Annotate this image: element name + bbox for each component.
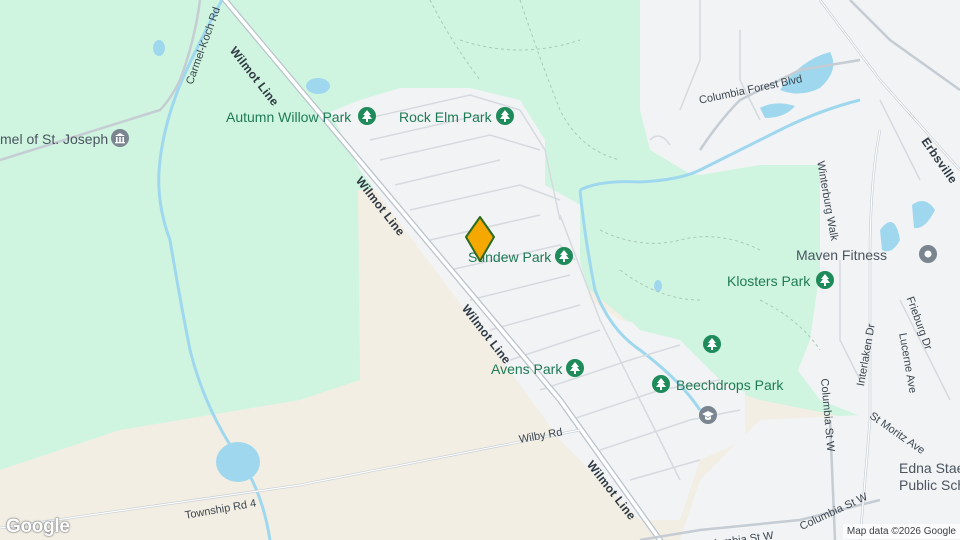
school-icon[interactable] xyxy=(699,406,717,424)
tree-icon[interactable] xyxy=(703,335,721,353)
place-label-edna-line1[interactable]: Edna Stae xyxy=(899,460,960,476)
map-canvas[interactable]: Wilmot Line Wilmot Line Wilmot Line Wilm… xyxy=(0,0,960,540)
landmark-icon[interactable] xyxy=(111,129,129,147)
park-label-autumn-willow[interactable]: Autumn Willow Park xyxy=(226,109,351,125)
tree-icon[interactable] xyxy=(496,107,514,125)
tree-icon[interactable] xyxy=(555,247,573,265)
park-label-klosters[interactable]: Klosters Park xyxy=(727,273,810,289)
tree-icon[interactable] xyxy=(566,359,584,377)
map-attribution[interactable]: Map data ©2026 Google xyxy=(842,524,960,539)
place-label-maven-fitness[interactable]: Maven Fitness xyxy=(796,247,887,263)
tree-icon[interactable] xyxy=(816,271,834,289)
park-label-avens[interactable]: Avens Park xyxy=(491,361,562,377)
google-logo[interactable]: Google xyxy=(6,516,70,538)
place-label-carmel[interactable]: mel of St. Joseph xyxy=(0,131,108,147)
tree-icon[interactable] xyxy=(358,107,376,125)
place-label-edna-line2[interactable]: Public Sch xyxy=(899,477,960,493)
tree-icon[interactable] xyxy=(652,375,670,393)
park-label-rock-elm[interactable]: Rock Elm Park xyxy=(399,109,492,125)
place-icon[interactable] xyxy=(919,245,937,263)
park-label-beechdrops[interactable]: Beechdrops Park xyxy=(676,377,783,393)
map-base-layer xyxy=(0,0,960,540)
